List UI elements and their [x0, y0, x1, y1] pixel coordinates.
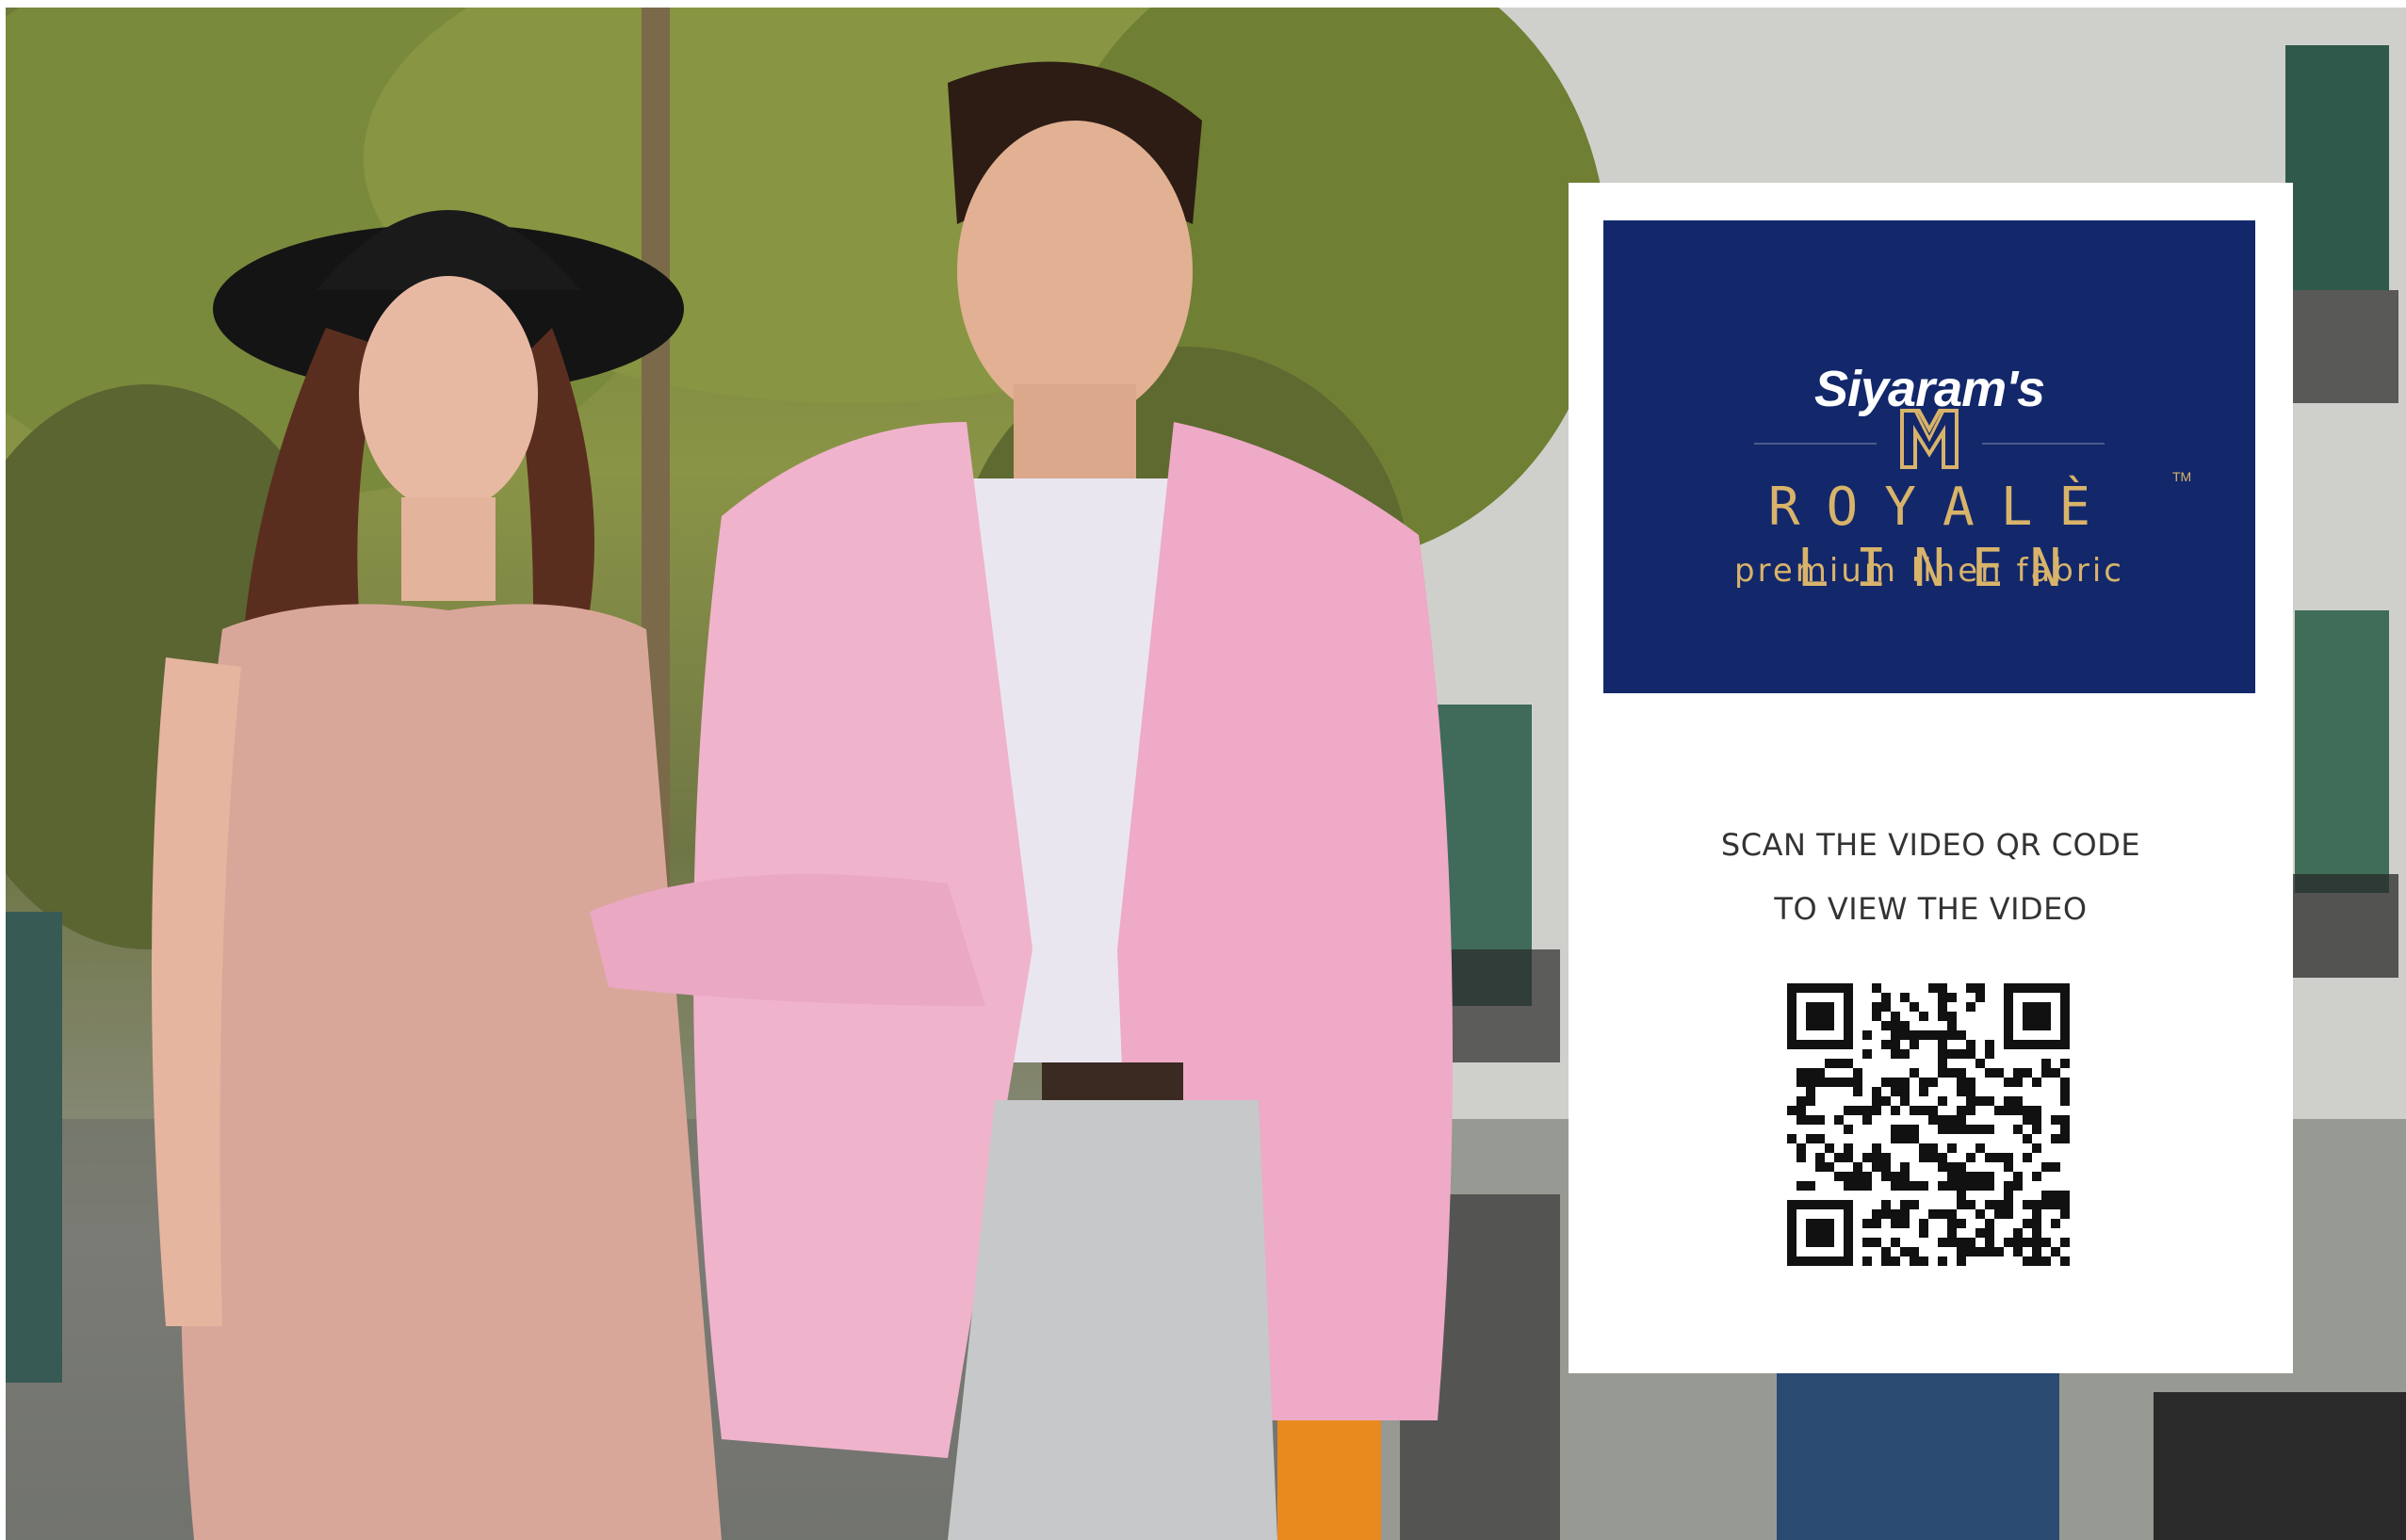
balcony [2285, 874, 2398, 978]
scan-instruction: SCAN THE VIDEO QR CODE [1720, 827, 2141, 863]
building-window [2285, 45, 2389, 290]
face [957, 121, 1193, 422]
dress [180, 604, 723, 1540]
balcony [2276, 290, 2398, 403]
neck [1014, 384, 1136, 488]
linked-arm [590, 874, 985, 1006]
car [2154, 1392, 2406, 1540]
neck [401, 497, 496, 601]
belt [1042, 1062, 1183, 1100]
face [359, 276, 538, 511]
info-card: Siyaram's ROYALÈ LINEN TM premium linen … [1569, 183, 2293, 1373]
brand-panel: Siyaram's ROYALÈ LINEN TM premium linen … [1603, 220, 2255, 693]
trademark-mark: TM [2172, 469, 2192, 484]
scan-instruction-2: TO VIEW THE VIDEO [1774, 891, 2088, 927]
bus-stop [6, 912, 62, 1383]
qr-code[interactable] [1787, 983, 2070, 1266]
building-window [2295, 610, 2389, 893]
divider [1982, 443, 2105, 445]
divider [1754, 443, 1877, 445]
pedestrians [1777, 1373, 2059, 1540]
trousers [948, 1100, 1277, 1540]
monogram-icon [1900, 409, 1959, 469]
tagline: premium linen fabric [1734, 552, 2124, 590]
